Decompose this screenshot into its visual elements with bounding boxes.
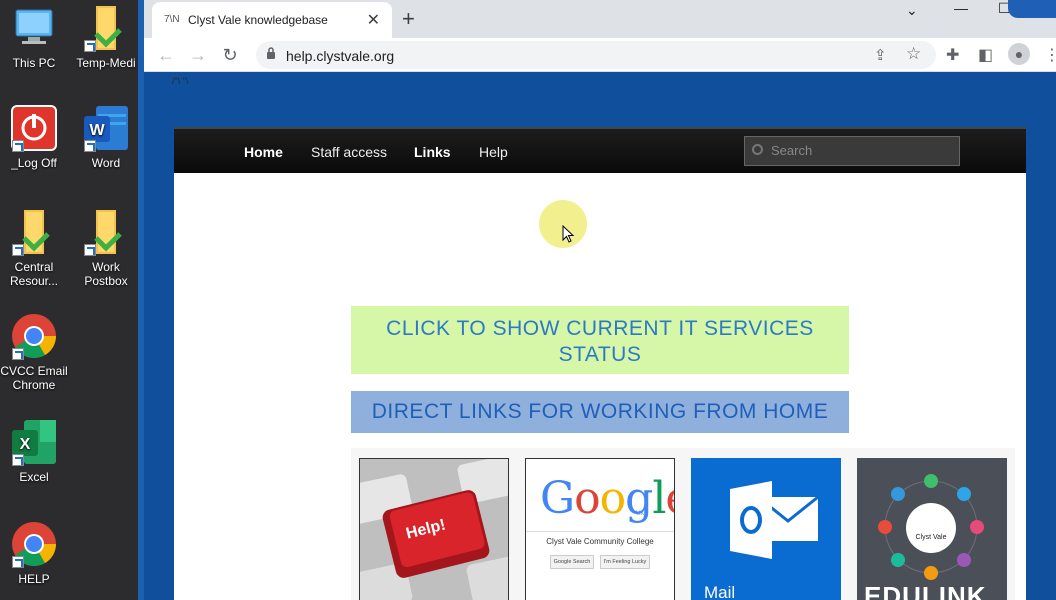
main-nav: Home Staff access Links Help Search [174, 127, 1026, 173]
google-uk-label: UK [636, 511, 645, 517]
remote-session-badge [1008, 0, 1056, 18]
minimize-button[interactable]: — [954, 0, 968, 16]
tile-help[interactable]: Help! [359, 458, 509, 600]
google-org-name: Clyst Vale Community College [546, 537, 654, 546]
work-from-home-links-button[interactable]: DIRECT LINKS FOR WORKING FROM HOME [351, 391, 849, 433]
nav-help[interactable]: Help [479, 144, 508, 160]
outlook-icon [730, 481, 819, 559]
address-bar[interactable]: help.clystvale.org ⇪ ☆ [256, 41, 936, 69]
search-icon [752, 144, 763, 155]
header-glyph: /"\ "\ [172, 76, 189, 86]
desktop-icon-label: Work Postbox [84, 260, 128, 288]
folder-icon [10, 208, 58, 256]
shortcut-arrow-icon [12, 140, 24, 152]
desktop-icon-temp-media[interactable]: Temp-Medi [72, 4, 140, 70]
desktop-icon-log-off[interactable]: _Log Off [0, 104, 68, 170]
site-container: Home Staff access Links Help Search CLIC… [174, 127, 1026, 600]
tab-title: Clyst Vale knowledgebase [188, 13, 328, 27]
desktop-icon-label: _Log Off [11, 156, 57, 170]
shortcut-arrow-icon [12, 348, 24, 360]
tab-strip: 7\N Clyst Vale knowledgebase ✕ + ⌄ — ☐ [144, 0, 1056, 38]
tile-mail[interactable]: Mail [691, 458, 841, 600]
monitor-icon [10, 4, 58, 52]
new-tab-button[interactable]: + [402, 6, 415, 32]
reload-button[interactable]: ↻ [218, 43, 242, 67]
profile-avatar[interactable]: ● [1008, 43, 1030, 65]
folder-icon [82, 4, 130, 52]
google-lucky-button: I'm Feeling Lucky [600, 555, 650, 569]
svg-text:X: X [20, 436, 31, 453]
forward-button[interactable]: → [186, 43, 210, 67]
desktop-icon-work-postbox[interactable]: Work Postbox [72, 208, 140, 288]
desktop: This PC Temp-Medi _Log Off W Word Centra… [0, 0, 144, 600]
desktop-icon-central-resources[interactable]: Central Resour... [0, 208, 68, 288]
desktop-icon-help[interactable]: HELP [0, 520, 68, 586]
page-viewport: /"\ "\ Home Staff access Links Help Sear… [144, 72, 1056, 600]
shortcut-arrow-icon [84, 40, 96, 52]
desktop-icon-label: CVCC Email Chrome [0, 364, 68, 392]
it-status-button[interactable]: CLICK TO SHOW CURRENT IT SERVICES STATUS [351, 306, 849, 374]
link-tiles: Help! Google UK Clyst Vale Community Col… [351, 448, 1015, 600]
chrome-icon [10, 520, 58, 568]
edulink-label: EDULINK [864, 581, 987, 600]
desktop-icon-cvcc-email-chrome[interactable]: CVCC Email Chrome [0, 312, 68, 392]
tab-clyst-vale[interactable]: 7\N Clyst Vale knowledgebase ✕ [152, 2, 392, 38]
folder-icon [82, 208, 130, 256]
desktop-icon-label: HELP [18, 572, 50, 586]
chrome-icon [10, 312, 58, 360]
shortcut-arrow-icon [12, 244, 24, 256]
tile-google[interactable]: Google UK Clyst Vale Community College G… [525, 458, 675, 600]
url-text: help.clystvale.org [286, 48, 395, 64]
search-placeholder: Search [771, 143, 813, 158]
extensions-icon[interactable]: ✚ [946, 45, 959, 65]
edulink-school-label: Clyst Vale [915, 534, 947, 541]
bookmark-star-icon[interactable]: ☆ [906, 44, 921, 64]
google-divider [526, 531, 674, 532]
excel-icon: X [10, 418, 58, 466]
nav-staff-access[interactable]: Staff access [311, 144, 387, 160]
desktop-icon-excel[interactable]: X Excel [0, 418, 68, 484]
site-search-input[interactable]: Search [744, 136, 960, 166]
desktop-icon-label: Temp-Medi [76, 56, 136, 70]
desktop-icon-word[interactable]: W Word [72, 104, 140, 170]
desktop-icon-label: This PC [12, 56, 56, 70]
lock-icon [267, 47, 275, 59]
side-panel-icon[interactable]: ◧ [978, 45, 993, 65]
site-favicon-icon: 7\N [164, 14, 180, 25]
desktop-icon-this-pc[interactable]: This PC [0, 4, 68, 70]
google-logo: Google [540, 473, 674, 524]
back-button[interactable]: ← [154, 43, 178, 67]
shortcut-arrow-icon [84, 244, 96, 256]
edulink-school-badge: Clyst Vale [906, 503, 956, 553]
share-icon[interactable]: ⇪ [874, 46, 887, 64]
close-tab-icon[interactable]: ✕ [367, 10, 380, 30]
tile-edulink[interactable]: Clyst Vale EDULINK [857, 458, 1007, 600]
shortcut-arrow-icon [12, 556, 24, 568]
power-icon [10, 104, 58, 152]
browser-toolbar: ← → ↻ help.clystvale.org ⇪ ☆ ✚ ◧ ● ⋮ [144, 38, 1056, 72]
word-icon: W [82, 104, 130, 152]
svg-text:W: W [89, 122, 105, 139]
browser-window: 7\N Clyst Vale knowledgebase ✕ + ⌄ — ☐ ←… [144, 0, 1056, 600]
nav-home[interactable]: Home [244, 144, 283, 160]
desktop-icon-label: Central Resour... [9, 260, 59, 288]
menu-kebab-icon[interactable]: ⋮ [1044, 45, 1056, 65]
shortcut-arrow-icon [84, 140, 96, 152]
nav-links[interactable]: Links [414, 144, 451, 160]
shortcut-arrow-icon [12, 454, 24, 466]
tab-search-chevron-icon[interactable]: ⌄ [906, 2, 918, 19]
desktop-icon-label: Excel [19, 470, 49, 484]
mouse-pointer-icon [562, 225, 575, 243]
desktop-icon-label: Word [91, 156, 121, 170]
mail-label: Mail [704, 583, 736, 600]
google-search-button: Google Search [550, 555, 594, 569]
